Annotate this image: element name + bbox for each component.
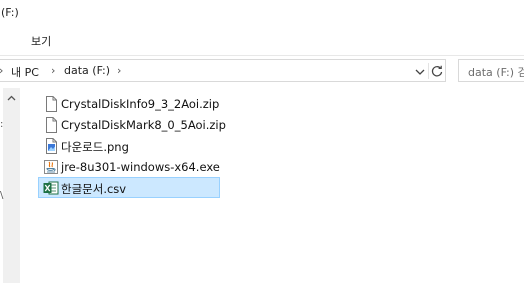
breadcrumb-separator[interactable]: › bbox=[0, 64, 3, 77]
ribbon: 보기 bbox=[0, 28, 524, 56]
navigation-pane: : \ bbox=[0, 88, 20, 283]
png-file-icon bbox=[43, 138, 59, 154]
file-name: CrystalDiskInfo9_3_2Aoi.zip bbox=[61, 97, 220, 111]
java-exe-icon bbox=[43, 159, 59, 175]
refresh-icon[interactable] bbox=[428, 63, 445, 79]
nav-item-glyph: \ bbox=[0, 190, 4, 201]
file-item-hangul-csv[interactable]: 한글문서.csv bbox=[38, 177, 220, 198]
search-input[interactable]: data (F:) 검색 bbox=[458, 59, 524, 82]
address-row: › 내 PC › data (F:) › data (F:) 검색 bbox=[0, 58, 524, 85]
breadcrumb-data-drive[interactable]: data (F:) bbox=[64, 64, 110, 77]
file-name: jre-8u301-windows-x64.exe bbox=[61, 160, 220, 174]
zip-file-icon bbox=[43, 117, 59, 133]
tab-view[interactable]: 보기 bbox=[29, 33, 53, 49]
scroll-up-icon[interactable] bbox=[3, 90, 20, 107]
file-item-jre-exe[interactable]: jre-8u301-windows-x64.exe bbox=[38, 156, 220, 177]
window-title: (F:) bbox=[1, 6, 19, 19]
zip-file-icon bbox=[43, 96, 59, 112]
excel-csv-icon bbox=[43, 180, 59, 196]
file-item-download-png[interactable]: 다운로드.png bbox=[38, 135, 220, 156]
breadcrumb-separator[interactable]: › bbox=[51, 64, 55, 77]
file-name: CrystalDiskMark8_0_5Aoi.zip bbox=[61, 118, 226, 132]
file-item-crystaldiskinfo[interactable]: CrystalDiskInfo9_3_2Aoi.zip bbox=[38, 93, 220, 114]
file-name: 다운로드.png bbox=[61, 140, 129, 154]
breadcrumb-separator[interactable]: › bbox=[117, 64, 121, 77]
nav-item-glyph: : bbox=[0, 119, 4, 130]
navigation-scrollbar[interactable] bbox=[3, 88, 20, 283]
chevron-down-icon[interactable] bbox=[413, 64, 427, 78]
file-name: 한글문서.csv bbox=[61, 182, 127, 196]
address-bar[interactable]: › 내 PC › data (F:) › bbox=[0, 59, 446, 82]
file-item-crystaldiskmark[interactable]: CrystalDiskMark8_0_5Aoi.zip bbox=[38, 114, 226, 135]
breadcrumb-this-pc[interactable]: 내 PC bbox=[11, 64, 39, 80]
title-bar: (F:) bbox=[0, 0, 524, 28]
